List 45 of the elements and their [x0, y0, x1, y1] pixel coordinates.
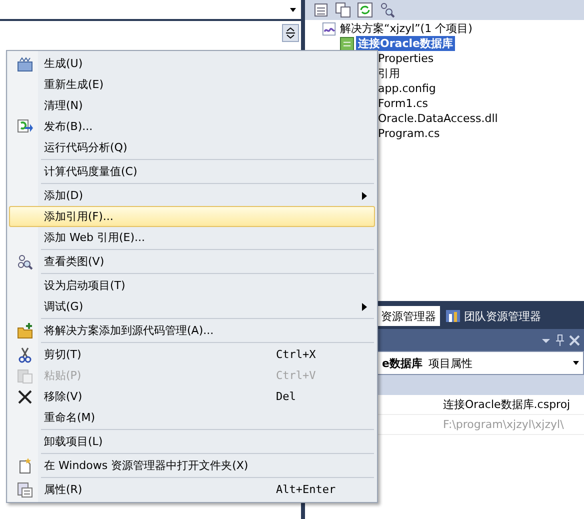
menu-item[interactable]: 添加(D)	[9, 185, 375, 206]
remove-icon	[17, 388, 33, 404]
dropdown-arrow-icon	[573, 361, 579, 365]
menu-item[interactable]: 发布(B)...	[9, 116, 375, 137]
tree-item[interactable]: Oracle.DataAccess.dll	[376, 112, 500, 125]
copy-icon[interactable]	[335, 2, 351, 18]
menu-item[interactable]: 在 Windows 资源管理器中打开文件夹(X)	[9, 455, 375, 476]
document-icon	[17, 458, 33, 474]
menu-item[interactable]: 计算代码度量值(C)	[9, 161, 375, 182]
tree-item[interactable]: Form1.cs	[376, 97, 430, 110]
tree-item[interactable]: app.config	[376, 82, 438, 95]
tree-item[interactable]: 解决方案“xjzyl”(1 个项目)	[338, 21, 474, 36]
tree-item[interactable]: Program.cs	[376, 127, 442, 140]
properties-icon[interactable]	[313, 2, 329, 18]
menu-item[interactable]: 生成(U)	[9, 53, 375, 74]
folder-plus-icon	[17, 322, 33, 338]
close-icon[interactable]	[569, 334, 580, 346]
build-icon	[17, 56, 33, 72]
refresh-icon[interactable]	[357, 2, 373, 18]
menu-item[interactable]: 重新生成(E)	[9, 74, 375, 95]
tree-item[interactable]: Properties	[376, 52, 436, 65]
shortcut-text: Del	[276, 390, 297, 403]
class-diagram-icon	[17, 254, 33, 270]
menu-item[interactable]: 属性(R) Alt+Enter	[9, 479, 375, 500]
scissors-icon	[17, 346, 33, 362]
paste-icon	[17, 368, 33, 384]
menu-item[interactable]: 添加 Web 引用(E)...	[9, 227, 375, 248]
panel-tab[interactable]: 资源管理器	[377, 306, 440, 326]
tree-item[interactable]: 引用	[376, 66, 402, 81]
menu-item[interactable]: 清理(N)	[9, 95, 375, 116]
dropdown-arrow-icon	[289, 6, 297, 14]
pin-icon[interactable]	[555, 334, 565, 346]
properties-icon	[17, 482, 33, 498]
menu-item[interactable]: 添加引用(F)...	[9, 206, 375, 227]
menu-item[interactable]: 查看类图(V)	[9, 251, 375, 272]
tree-item[interactable]: 连接Oracle数据库	[356, 36, 455, 51]
split-button[interactable]	[282, 24, 299, 42]
shortcut-text: Alt+Enter	[276, 483, 337, 496]
menu-item[interactable]: 运行代码分析(Q)	[9, 137, 375, 158]
publish-icon	[17, 118, 33, 134]
menu-item[interactable]: 将解决方案添加到源代码管理(A)...	[9, 320, 375, 341]
class-diagram-icon[interactable]	[379, 2, 395, 18]
team-explorer-icon	[446, 310, 460, 322]
menu-item[interactable]: 调试(G)	[9, 296, 375, 317]
menu-item[interactable]: 设为启动项目(T)	[9, 275, 375, 296]
